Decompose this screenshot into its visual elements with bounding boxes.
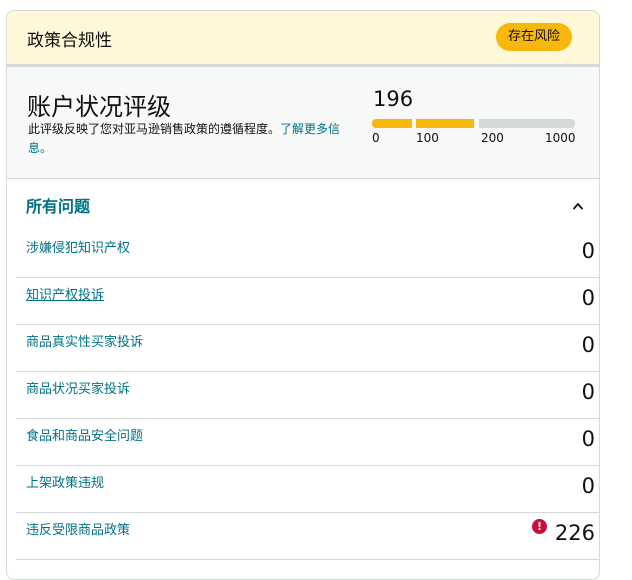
issue-label[interactable]: 商品真实性买家投诉 xyxy=(26,331,143,350)
issue-row[interactable]: 违反受限商品政策 ! 226 xyxy=(16,513,599,560)
scale-tick-1000: 1000 xyxy=(545,131,576,145)
account-health-rating: 账户状况评级 此评级反映了您对亚马逊销售政策的遵循程度。了解更多信息。 196 … xyxy=(7,67,599,179)
issue-count: 0 xyxy=(581,239,595,263)
issue-row[interactable]: 涉嫌侵犯知识产权 0 xyxy=(16,231,599,278)
rating-description: 此评级反映了您对亚马逊销售政策的遵循程度。了解更多信息。 xyxy=(28,120,348,158)
issue-count: 0 xyxy=(581,474,595,498)
issue-row[interactable]: 商品真实性买家投诉 0 xyxy=(16,325,599,372)
rating-title: 账户状况评级 xyxy=(27,93,171,121)
issue-label[interactable]: 违反受限商品政策 xyxy=(26,519,130,538)
issue-count: 226 xyxy=(554,521,595,545)
issue-count: 0 xyxy=(581,286,595,310)
issue-count: 0 xyxy=(581,333,595,357)
issue-row[interactable]: 知识产权投诉 0 xyxy=(16,278,599,325)
issue-label[interactable]: 知识产权投诉 xyxy=(26,284,104,303)
chevron-up-icon[interactable] xyxy=(573,201,583,211)
rating-bar-segment-mid xyxy=(416,119,474,128)
policy-compliance-header: 政策合规性 存在风险 xyxy=(7,11,599,67)
account-health-card: 政策合规性 存在风险 账户状况评级 此评级反映了您对亚马逊销售政策的遵循程度。了… xyxy=(6,10,600,580)
issue-count: 0 xyxy=(581,427,595,451)
scale-tick-200: 200 xyxy=(481,131,504,145)
rating-description-text: 此评级反映了您对亚马逊销售政策的遵循程度。 xyxy=(28,122,281,136)
all-issues-title: 所有问题 xyxy=(26,197,91,216)
section-title: 政策合规性 xyxy=(27,31,112,51)
issue-label[interactable]: 上架政策违规 xyxy=(26,472,104,491)
issue-row[interactable]: 食品和商品安全问题 0 xyxy=(16,419,599,466)
issue-label[interactable]: 商品状况买家投诉 xyxy=(26,378,130,397)
scale-tick-0: 0 xyxy=(372,131,380,145)
rating-bar-segment-high xyxy=(479,119,575,128)
issue-row[interactable]: 上架政策违规 0 xyxy=(16,466,599,513)
issue-row[interactable]: 商品状况买家投诉 0 xyxy=(16,372,599,419)
rating-bar-segment-low xyxy=(372,119,412,128)
status-badge: 存在风险 xyxy=(496,23,572,51)
issue-label[interactable]: 食品和商品安全问题 xyxy=(26,425,143,444)
scale-tick-100: 100 xyxy=(416,131,439,145)
issue-count: 0 xyxy=(581,380,595,404)
issue-label[interactable]: 涉嫌侵犯知识产权 xyxy=(26,237,130,256)
rating-score: 196 xyxy=(373,87,414,111)
alert-icon: ! xyxy=(532,519,547,534)
